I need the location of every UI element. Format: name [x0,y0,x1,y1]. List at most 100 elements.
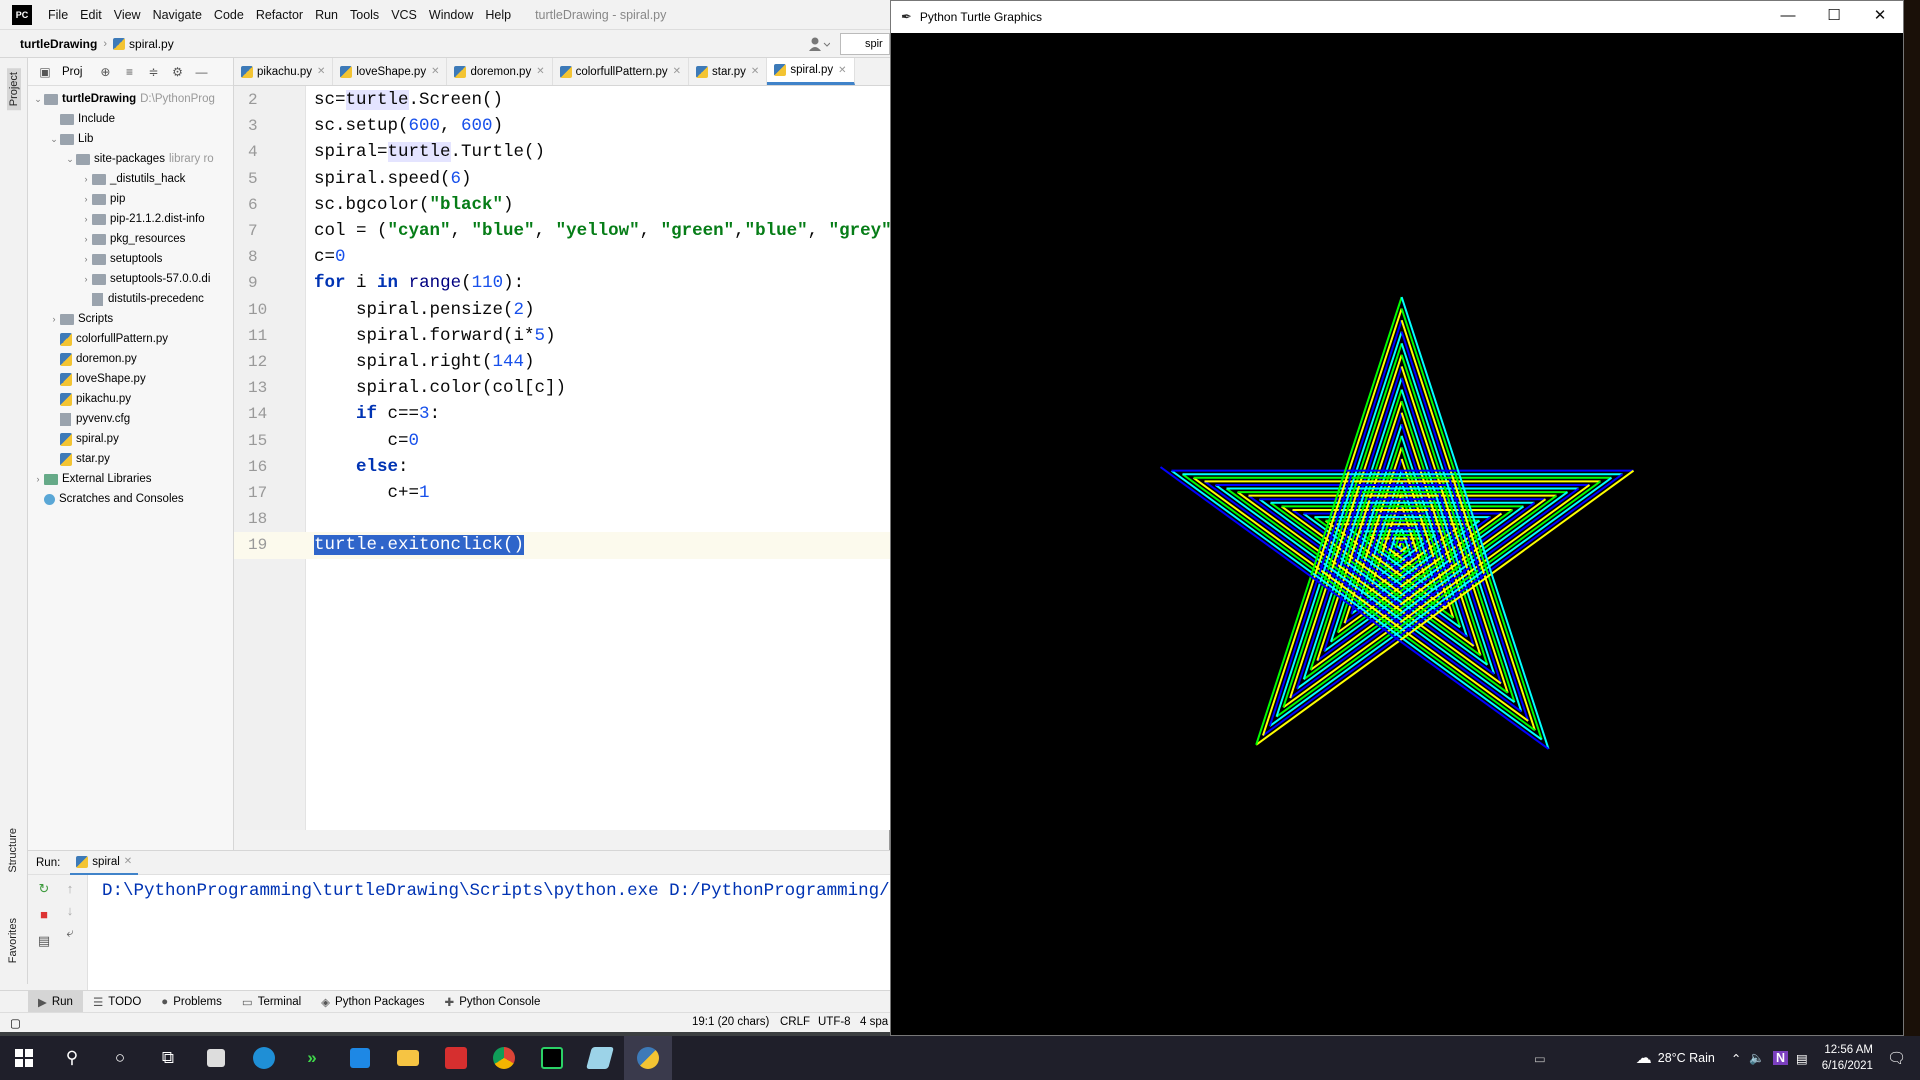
task-view-icon[interactable]: ⧉ [144,1036,192,1080]
close-tab-icon[interactable]: ✕ [124,856,132,867]
tree-item[interactable]: loveShape.py [28,369,233,389]
menu-navigate[interactable]: Navigate [147,8,208,22]
tree-item[interactable]: Include [28,109,233,129]
tree-item[interactable]: star.py [28,449,233,469]
chevron-down-icon[interactable]: ⌄ [32,94,44,105]
tree-item[interactable]: › pkg_resources [28,229,233,249]
store-icon[interactable] [192,1036,240,1080]
menu-view[interactable]: View [108,8,147,22]
menu-window[interactable]: Window [423,8,479,22]
breadcrumb-file[interactable]: spiral.py [129,37,174,51]
chevron-right-icon[interactable]: › [32,474,44,484]
menu-run[interactable]: Run [309,8,344,22]
menu-vcs[interactable]: VCS [385,8,423,22]
close-tab-icon[interactable]: ✕ [673,66,681,77]
rerun-icon[interactable]: ↻ [36,881,52,897]
status-layout-icon[interactable]: ▢ [10,1016,21,1030]
account-icon[interactable] [808,36,831,52]
tree-item[interactable]: ⌄ site-packages library ro [28,149,233,169]
menu-help[interactable]: Help [479,8,517,22]
tree-item[interactable]: › External Libraries [28,469,233,489]
tree-item[interactable]: › Scripts [28,309,233,329]
keyboard-icon[interactable]: ▭ [1534,1051,1546,1066]
editor-tab[interactable]: colorfullPattern.py ✕ [553,58,690,85]
chevron-right-icon[interactable]: › [48,314,60,324]
soft-wrap-icon[interactable]: ⤶ [62,925,78,941]
chevron-down-icon[interactable]: ⌄ [64,154,76,165]
close-button[interactable]: ✕ [1857,1,1903,33]
stop-icon[interactable]: ■ [36,907,52,923]
menu-edit[interactable]: Edit [74,8,108,22]
vscode-icon[interactable] [336,1036,384,1080]
close-tab-icon[interactable]: ✕ [751,66,759,77]
tree-item[interactable]: › _distutils_hack [28,169,233,189]
chevron-right-icon[interactable]: › [80,254,92,264]
maximize-button[interactable]: ☐ [1811,1,1857,33]
volume-icon[interactable]: 🔈 [1749,1051,1765,1066]
tree-item[interactable]: ⌄ turtleDrawing D:\PythonProg [28,89,233,109]
layout-icon[interactable]: ▤ [36,933,52,949]
onenote-icon[interactable]: N [1772,1051,1788,1065]
chevron-right-icon[interactable]: › [80,274,92,284]
pycharm-taskbar-icon[interactable] [528,1036,576,1080]
file-encoding[interactable]: UTF-8 [818,1016,851,1028]
chevron-down-icon[interactable]: ⌄ [48,134,60,145]
search-icon[interactable]: ⚲ [48,1036,96,1080]
tree-item[interactable]: › setuptools [28,249,233,269]
favorites-tool-button[interactable]: Favorites [7,918,19,963]
clock[interactable]: 12:56 AM 6/16/2021 [1822,1042,1873,1074]
turtle-canvas[interactable] [891,33,1903,1035]
cortana-icon[interactable]: ○ [96,1036,144,1080]
tree-item[interactable]: pikachu.py [28,389,233,409]
editor-tab[interactable]: doremon.py ✕ [447,58,553,85]
console-output[interactable]: D:\PythonProgramming\turtleDrawing\Scrip… [102,881,942,901]
code-editor[interactable]: sc=turtle.Screen() sc.setup(600, 600) spir… [306,86,902,830]
breadcrumb-project[interactable]: turtleDrawing [20,37,97,51]
notifications-icon[interactable]: 🗨 [1887,1049,1906,1067]
tree-item[interactable]: › pip [28,189,233,209]
collapse-all-icon[interactable]: ≑ [146,65,160,79]
editor-tab[interactable]: star.py ✕ [689,58,768,85]
tree-item[interactable]: ⌄ Lib [28,129,233,149]
menu-code[interactable]: Code [208,8,250,22]
editor-tab[interactable]: spiral.py ✕ [767,58,855,85]
tool-window-python-packages[interactable]: ◈ Python Packages [311,991,434,1013]
editor-tab[interactable]: pikachu.py ✕ [234,58,334,85]
indent-setting[interactable]: 4 spa [860,1016,888,1028]
tree-item[interactable]: doremon.py [28,349,233,369]
chevron-right-icon[interactable]: › [80,234,92,244]
run-tab-spiral[interactable]: spiral ✕ [70,851,139,875]
tree-item[interactable]: › setuptools-57.0.0.di [28,269,233,289]
scroll-down-icon[interactable]: ↓ [62,903,78,919]
close-tab-icon[interactable]: ✕ [838,65,846,76]
tree-item[interactable]: spiral.py [28,429,233,449]
tree-item[interactable]: pyvenv.cfg [28,409,233,429]
chevron-up-icon[interactable]: ⌃ [1731,1051,1741,1066]
locate-icon[interactable]: ⊕ [98,65,112,79]
tool-window-todo[interactable]: ☰ TODO [83,991,151,1013]
tool-window-python-console[interactable]: ✚ Python Console [435,991,551,1013]
menu-refactor[interactable]: Refactor [250,8,309,22]
project-tool-button[interactable]: Project [7,68,21,111]
menu-file[interactable]: File [42,8,74,22]
minimize-button[interactable]: — [1765,1,1811,33]
menu-tools[interactable]: Tools [344,8,385,22]
settings-gear-icon[interactable]: ⚙ [170,65,184,79]
network-icon[interactable]: ▤ [1796,1051,1808,1066]
python-taskbar-icon[interactable] [624,1036,672,1080]
file-explorer-icon[interactable] [384,1036,432,1080]
scroll-up-icon[interactable]: ↑ [62,881,78,897]
tree-item[interactable]: distutils-precedenc [28,289,233,309]
line-separator[interactable]: CRLF [780,1016,810,1028]
run-configuration-select[interactable]: spir [840,33,890,55]
close-tab-icon[interactable]: ✕ [431,66,439,77]
tool-window-problems[interactable]: ● Problems [151,991,232,1013]
tool-window-terminal[interactable]: ▭ Terminal [232,991,311,1013]
tree-item[interactable]: › pip-21.1.2.dist-info [28,209,233,229]
chevron-right-icon[interactable]: › [80,194,92,204]
project-panel-title[interactable]: Proj [62,66,82,78]
chevron-right-icon[interactable]: › [80,214,92,224]
tool-window-run[interactable]: ▶ Run [28,990,83,1013]
notepad-icon[interactable] [576,1036,624,1080]
caret-position[interactable]: 19:1 (20 chars) [692,1016,769,1028]
